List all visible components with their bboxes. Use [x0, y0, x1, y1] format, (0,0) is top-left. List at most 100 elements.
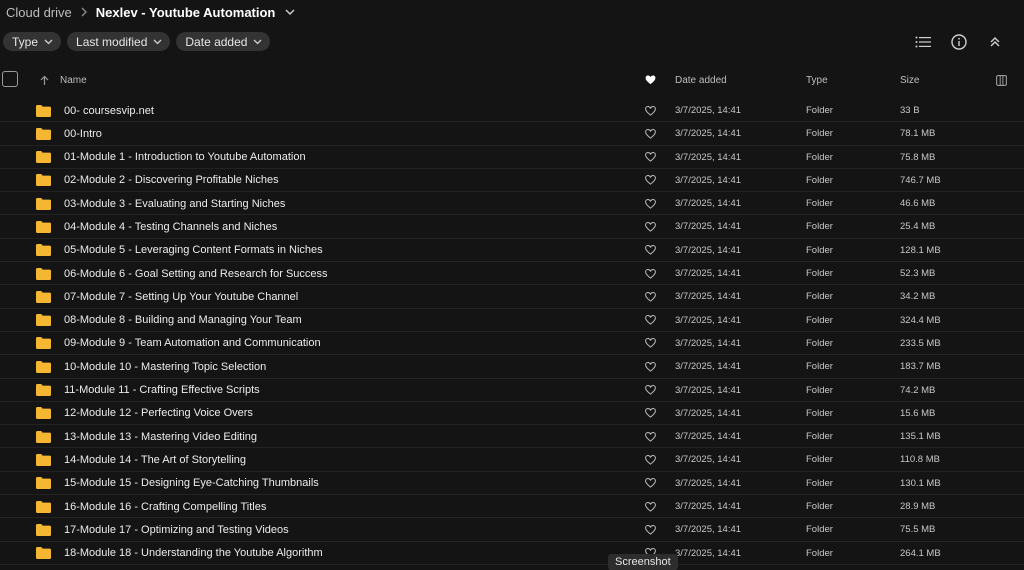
folder-name[interactable]: 13-Module 13 - Mastering Video Editing: [64, 425, 257, 448]
heart-outline-icon[interactable]: [645, 192, 656, 215]
size-cell: 135.1 MB: [900, 431, 941, 443]
table-row[interactable]: 03-Module 3 - Evaluating and Starting Ni…: [0, 192, 1024, 216]
heart-outline-icon[interactable]: [645, 332, 656, 355]
folder-name[interactable]: 03-Module 3 - Evaluating and Starting Ni…: [64, 192, 285, 215]
table-row[interactable]: 04-Module 4 - Testing Channels and Niche…: [0, 215, 1024, 239]
folder-name[interactable]: 01-Module 1 - Introduction to Youtube Au…: [64, 146, 306, 169]
heart-filled-icon[interactable]: [645, 67, 656, 93]
table-row[interactable]: 09-Module 9 - Team Automation and Commun…: [0, 332, 1024, 356]
table-row[interactable]: 18-Module 18 - Understanding the Youtube…: [0, 542, 1024, 565]
heart-outline-icon[interactable]: [645, 309, 656, 332]
folder-name[interactable]: 16-Module 16 - Crafting Compelling Title…: [64, 495, 266, 518]
size-cell: 78.1 MB: [900, 128, 936, 140]
folder-name[interactable]: 11-Module 11 - Crafting Effective Script…: [64, 379, 260, 402]
type-cell: Folder: [806, 221, 833, 233]
folder-name[interactable]: 05-Module 5 - Leveraging Content Formats…: [64, 239, 323, 262]
sort-arrow-up-icon[interactable]: [40, 67, 49, 93]
folder-icon: [36, 215, 51, 238]
folder-name[interactable]: 10-Module 10 - Mastering Topic Selection: [64, 355, 266, 378]
list-view-icon[interactable]: [912, 31, 934, 53]
column-name-header[interactable]: Name: [60, 67, 87, 93]
folder-name[interactable]: 15-Module 15 - Designing Eye-Catching Th…: [64, 472, 319, 495]
date-added-cell: 3/7/2025, 14:41: [675, 198, 742, 210]
column-size-header[interactable]: Size: [900, 67, 919, 93]
folder-name[interactable]: 00-Intro: [64, 122, 102, 145]
type-cell: Folder: [806, 477, 833, 489]
chevron-down-icon: [153, 39, 162, 44]
folder-name[interactable]: 12-Module 12 - Perfecting Voice Overs: [64, 402, 253, 425]
chevron-down-icon[interactable]: [285, 8, 295, 16]
table-row[interactable]: 13-Module 13 - Mastering Video Editing 3/…: [0, 425, 1024, 449]
table-row[interactable]: 07-Module 7 - Setting Up Your Youtube Ch…: [0, 285, 1024, 309]
table-row[interactable]: 12-Module 12 - Perfecting Voice Overs 3/7…: [0, 402, 1024, 426]
filter-label: Last modified: [76, 34, 148, 49]
folder-icon: [36, 122, 51, 145]
table-row[interactable]: 11-Module 11 - Crafting Effective Script…: [0, 379, 1024, 402]
breadcrumb-current[interactable]: Nexlev - Youtube Automation: [96, 5, 276, 20]
size-cell: 130.1 MB: [900, 477, 941, 489]
folder-icon: [36, 448, 51, 471]
table-row[interactable]: 14-Module 14 - The Art of Storytelling 3/…: [0, 448, 1024, 472]
heart-outline-icon[interactable]: [645, 239, 656, 262]
folder-name[interactable]: 07-Module 7 - Setting Up Your Youtube Ch…: [64, 285, 298, 308]
breadcrumb-root[interactable]: Cloud drive: [6, 5, 72, 20]
heart-outline-icon[interactable]: [645, 215, 656, 238]
heart-outline-icon[interactable]: [645, 472, 656, 495]
table-row[interactable]: 02-Module 2 - Discovering Profitable Nic…: [0, 169, 1024, 193]
heart-outline-icon[interactable]: [645, 425, 656, 448]
table-row[interactable]: 17-Module 17 - Optimizing and Testing Vi…: [0, 518, 1024, 542]
table-row[interactable]: 10-Module 10 - Mastering Topic Selection…: [0, 355, 1024, 379]
folder-name[interactable]: 02-Module 2 - Discovering Profitable Nic…: [64, 169, 279, 192]
filter-date-added-button[interactable]: Date added: [176, 32, 271, 51]
folder-name[interactable]: 08-Module 8 - Building and Managing Your…: [64, 309, 302, 332]
heart-outline-icon[interactable]: [645, 448, 656, 471]
folder-name[interactable]: 09-Module 9 - Team Automation and Commun…: [64, 332, 321, 355]
type-cell: Folder: [806, 244, 833, 256]
date-added-cell: 3/7/2025, 14:41: [675, 128, 742, 140]
heart-outline-icon[interactable]: [645, 379, 656, 402]
heart-outline-icon[interactable]: [645, 495, 656, 518]
heart-outline-icon[interactable]: [645, 262, 656, 285]
type-cell: Folder: [806, 128, 833, 140]
select-all-checkbox[interactable]: [2, 71, 18, 87]
table-row[interactable]: 01-Module 1 - Introduction to Youtube Au…: [0, 146, 1024, 169]
collapse-up-icon[interactable]: [984, 31, 1006, 53]
heart-outline-icon[interactable]: [645, 99, 656, 122]
date-added-cell: 3/7/2025, 14:41: [675, 268, 742, 280]
heart-outline-icon[interactable]: [645, 285, 656, 308]
folder-name[interactable]: 14-Module 14 - The Art of Storytelling: [64, 448, 246, 471]
column-type-header[interactable]: Type: [806, 67, 828, 93]
column-date-added-header[interactable]: Date added: [675, 67, 727, 93]
type-cell: Folder: [806, 454, 833, 466]
chevron-down-icon: [44, 39, 53, 44]
type-cell: Folder: [806, 105, 833, 116]
type-cell: Folder: [806, 198, 833, 210]
folder-name[interactable]: 06-Module 6 - Goal Setting and Research …: [64, 262, 328, 285]
table-row[interactable]: 08-Module 8 - Building and Managing Your…: [0, 309, 1024, 332]
table-row[interactable]: 15-Module 15 - Designing Eye-Catching Th…: [0, 472, 1024, 496]
table-row[interactable]: 00- coursesvip.net 3/7/2025, 14:41 Folder 3…: [0, 99, 1024, 123]
table-row[interactable]: 06-Module 6 - Goal Setting and Research …: [0, 262, 1024, 286]
heart-outline-icon[interactable]: [645, 518, 656, 541]
date-added-cell: 3/7/2025, 14:41: [675, 361, 742, 373]
date-added-cell: 3/7/2025, 14:41: [675, 337, 742, 349]
column-settings-icon[interactable]: [996, 67, 1007, 93]
heart-outline-icon[interactable]: [645, 169, 656, 192]
folder-name[interactable]: 17-Module 17 - Optimizing and Testing Vi…: [64, 518, 289, 541]
heart-outline-icon[interactable]: [645, 355, 656, 378]
heart-outline-icon[interactable]: [645, 402, 656, 425]
filter-type-button[interactable]: Type: [3, 32, 62, 51]
heart-outline-icon[interactable]: [645, 146, 656, 169]
date-added-cell: 3/7/2025, 14:41: [675, 244, 742, 256]
table-row[interactable]: 16-Module 16 - Crafting Compelling Title…: [0, 495, 1024, 519]
folder-name[interactable]: 18-Module 18 - Understanding the Youtube…: [64, 542, 323, 565]
table-row[interactable]: 05-Module 5 - Leveraging Content Formats…: [0, 239, 1024, 263]
heart-outline-icon[interactable]: [645, 122, 656, 145]
date-added-cell: 3/7/2025, 14:41: [675, 384, 742, 396]
file-list: 00- coursesvip.net 3/7/2025, 14:41 Folder 3…: [0, 99, 1024, 565]
folder-name[interactable]: 00- coursesvip.net: [64, 99, 154, 122]
filter-last-modified-button[interactable]: Last modified: [67, 32, 171, 51]
table-row[interactable]: 00-Intro 3/7/2025, 14:41 Folder 78.1 MB: [0, 122, 1024, 146]
folder-name[interactable]: 04-Module 4 - Testing Channels and Niche…: [64, 215, 277, 238]
info-icon[interactable]: [948, 31, 970, 53]
